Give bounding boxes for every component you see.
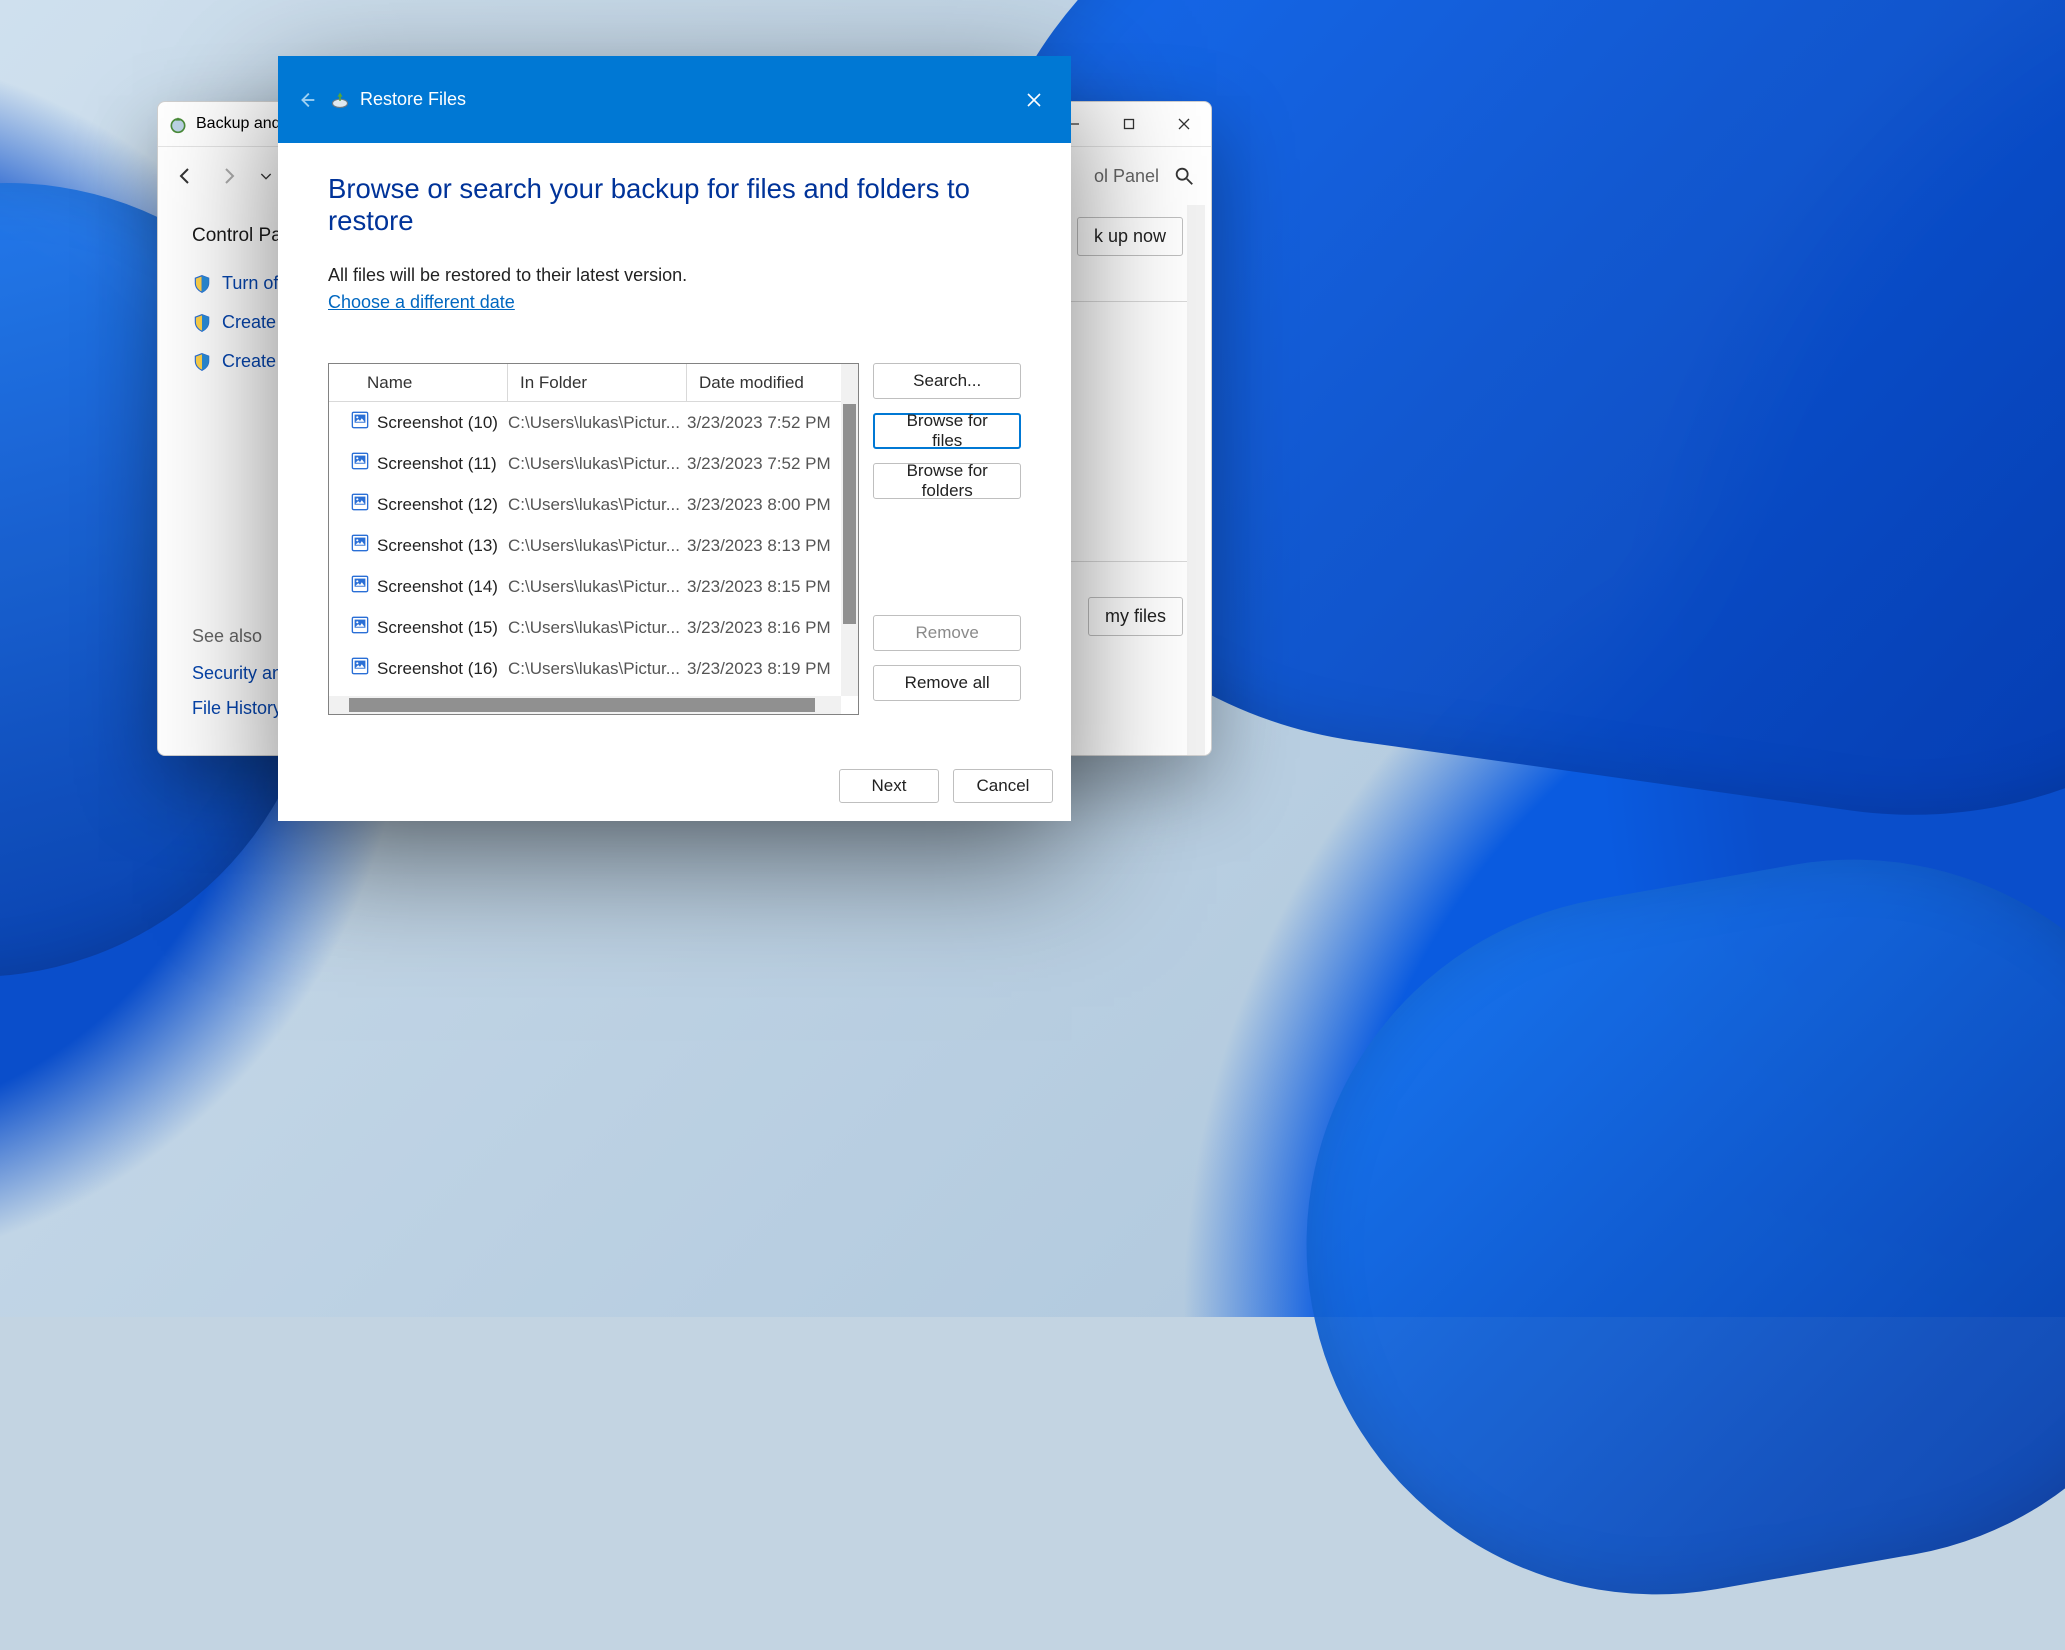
picture-file-icon bbox=[351, 534, 369, 557]
list-vertical-scrollbar[interactable] bbox=[841, 364, 858, 696]
file-folder: C:\Users\lukas\Pictur... bbox=[508, 577, 687, 597]
file-folder: C:\Users\lukas\Pictur... bbox=[508, 495, 687, 515]
search-icon[interactable] bbox=[1173, 165, 1195, 187]
table-row[interactable]: Screenshot (16) C:\Users\lukas\Pictur...3… bbox=[329, 648, 841, 689]
picture-file-icon bbox=[351, 452, 369, 475]
file-folder: C:\Users\lukas\Pictur... bbox=[508, 618, 687, 638]
picture-file-icon bbox=[351, 493, 369, 516]
picture-file-icon bbox=[351, 616, 369, 639]
table-row[interactable]: Screenshot (12) C:\Users\lukas\Pictur...3… bbox=[329, 484, 841, 525]
restore-file-list[interactable]: Name In Folder Date modified Screenshot … bbox=[328, 363, 859, 715]
file-modified: 3/23/2023 8:15 PM bbox=[687, 577, 841, 597]
cancel-button[interactable]: Cancel bbox=[953, 769, 1053, 803]
file-name: Screenshot (15) bbox=[377, 618, 498, 638]
file-modified: 3/23/2023 8:13 PM bbox=[687, 536, 841, 556]
file-name: Screenshot (12) bbox=[377, 495, 498, 515]
file-modified: 3/23/2023 7:52 PM bbox=[687, 413, 841, 433]
backup-restore-icon bbox=[168, 114, 188, 134]
arrow-left-icon bbox=[296, 89, 318, 111]
picture-file-icon bbox=[351, 657, 369, 680]
search-button[interactable]: Search... bbox=[873, 363, 1021, 399]
file-modified: 3/23/2023 7:52 PM bbox=[687, 454, 841, 474]
file-folder: C:\Users\lukas\Pictur... bbox=[508, 536, 687, 556]
choose-different-date-link[interactable]: Choose a different date bbox=[328, 292, 515, 312]
close-button[interactable] bbox=[1156, 102, 1211, 147]
search-placeholder-text: ol Panel bbox=[1094, 166, 1159, 187]
next-button[interactable]: Next bbox=[839, 769, 939, 803]
restore-files-icon bbox=[330, 90, 350, 110]
dialog-heading: Browse or search your backup for files a… bbox=[328, 173, 1021, 237]
table-row[interactable]: Screenshot (14) C:\Users\lukas\Pictur...3… bbox=[329, 566, 841, 607]
table-row[interactable]: Screenshot (15) C:\Users\lukas\Pictur...3… bbox=[329, 607, 841, 648]
file-name: Screenshot (13) bbox=[377, 536, 498, 556]
file-modified: 3/23/2023 8:19 PM bbox=[687, 659, 841, 679]
dialog-footer: Next Cancel bbox=[278, 751, 1071, 821]
file-folder: C:\Users\lukas\Pictur... bbox=[508, 659, 687, 679]
file-folder: C:\Users\lukas\Pictur... bbox=[508, 413, 687, 433]
column-header-folder[interactable]: In Folder bbox=[508, 364, 687, 401]
shield-icon bbox=[192, 313, 212, 333]
table-row[interactable]: Screenshot (13) C:\Users\lukas\Pictur...3… bbox=[329, 525, 841, 566]
nav-recent-icon[interactable] bbox=[258, 164, 274, 188]
dialog-description: All files will be restored to their late… bbox=[328, 265, 1021, 286]
wizard-back-button[interactable] bbox=[290, 83, 324, 117]
vertical-scrollbar[interactable] bbox=[1187, 205, 1205, 755]
list-header[interactable]: Name In Folder Date modified bbox=[329, 364, 858, 402]
remove-all-button[interactable]: Remove all bbox=[873, 665, 1021, 701]
shield-icon bbox=[192, 274, 212, 294]
close-icon bbox=[1026, 92, 1042, 108]
column-header-name[interactable]: Name bbox=[329, 364, 508, 401]
browse-for-files-button[interactable]: Browse for files bbox=[873, 413, 1021, 449]
list-horizontal-scrollbar[interactable] bbox=[329, 696, 841, 714]
file-modified: 3/23/2023 8:16 PM bbox=[687, 618, 841, 638]
nav-back-icon[interactable] bbox=[174, 164, 198, 188]
file-name: Screenshot (11) bbox=[377, 454, 497, 474]
dialog-close-button[interactable] bbox=[1007, 80, 1061, 120]
picture-file-icon bbox=[351, 575, 369, 598]
backup-now-button[interactable]: k up now bbox=[1077, 217, 1183, 256]
file-name: Screenshot (16) bbox=[377, 659, 498, 679]
remove-button[interactable]: Remove bbox=[873, 615, 1021, 651]
nav-forward-icon[interactable] bbox=[216, 164, 240, 188]
file-name: Screenshot (14) bbox=[377, 577, 498, 597]
file-folder: C:\Users\lukas\Pictur... bbox=[508, 454, 687, 474]
file-name: Screenshot (10) bbox=[377, 413, 498, 433]
picture-file-icon bbox=[351, 411, 369, 434]
shield-icon bbox=[192, 352, 212, 372]
table-row[interactable]: Screenshot (10) C:\Users\lukas\Pictur...3… bbox=[329, 402, 841, 443]
browse-for-folders-button[interactable]: Browse for folders bbox=[873, 463, 1021, 499]
restore-my-files-button[interactable]: my files bbox=[1088, 597, 1183, 636]
maximize-button[interactable] bbox=[1101, 102, 1156, 147]
table-row[interactable]: Screenshot (11) C:\Users\lukas\Pictur...3… bbox=[329, 443, 841, 484]
restore-files-titlebar[interactable]: Restore Files bbox=[278, 56, 1071, 143]
column-header-modified[interactable]: Date modified bbox=[687, 364, 858, 401]
file-modified: 3/23/2023 8:00 PM bbox=[687, 495, 841, 515]
restore-files-title-text: Restore Files bbox=[360, 89, 466, 110]
restore-files-dialog: Restore Files Browse or search your back… bbox=[278, 56, 1071, 821]
